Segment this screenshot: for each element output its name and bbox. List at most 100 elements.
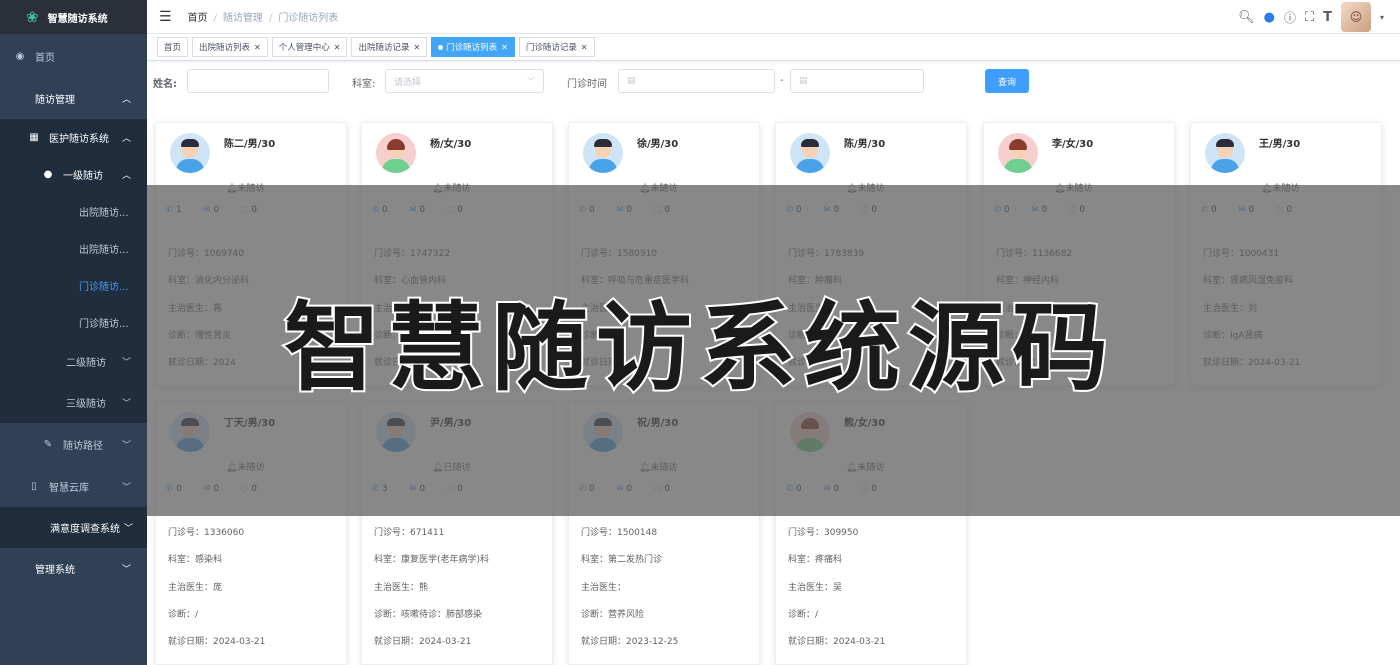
followup-status-label: 未随访 — [237, 463, 265, 473]
sidebar-item-admin[interactable]: 管理系统 ﹀ — [0, 548, 147, 589]
hamburger-icon[interactable]: ☰ — [159, 9, 172, 25]
patient-avatar — [998, 133, 1038, 173]
font-size-icon[interactable]: T — [1323, 10, 1332, 25]
chat-count[interactable]: ◌ 0 — [1069, 205, 1085, 215]
message-count[interactable]: ✉ 0 — [204, 205, 220, 215]
phone-count[interactable]: ✆ 0 — [786, 484, 802, 494]
sidebar-item-medical-followup[interactable]: ▦ 医护随访系统 ︿ — [0, 119, 147, 156]
tag-outpatient-record[interactable]: 门诊随访记录 ✕ — [518, 37, 595, 57]
chat-count[interactable]: ◌ 0 — [447, 205, 463, 215]
phone-count[interactable]: ✆ 0 — [166, 484, 182, 494]
patient-card[interactable]: 熊/女/30 🔔︎未随访 ✆ 0 ✉ 0 ◌ 0 门诊号：309950 科室：疼痛科 主治医生：吴诊… — [775, 401, 967, 665]
message-count[interactable]: ✉ 0 — [1032, 205, 1048, 215]
message-count[interactable]: ✉ 0 — [617, 205, 633, 215]
tag-discharge-record[interactable]: 出院随访记录 ✕ — [351, 37, 428, 57]
dept-select[interactable]: 请选择 ﹀ — [385, 69, 544, 93]
tag-home[interactable]: 首页 — [157, 37, 189, 57]
phone-count[interactable]: ✆ 0 — [1201, 205, 1217, 215]
close-icon[interactable]: ✕ — [413, 43, 420, 52]
phone-icon: ✆ — [166, 205, 174, 215]
phone-count[interactable]: ✆ 3 — [372, 484, 388, 494]
search-icon[interactable]: 🔍︎ — [1238, 10, 1255, 25]
phone-count[interactable]: ✆ 0 — [579, 205, 595, 215]
chat-count[interactable]: ◌ 0 — [654, 484, 670, 494]
phone-icon: ✆ — [786, 205, 794, 215]
chat-icon: ◌ — [447, 205, 455, 215]
outpatient-number: 门诊号：1069740 — [168, 249, 245, 259]
message-count[interactable]: ✉ 0 — [617, 484, 633, 494]
contact-counts: ✆ 1 ✉ 0 ◌ 0 — [166, 205, 257, 215]
bell-icon: 🔔︎ — [639, 463, 651, 473]
start-date-input[interactable]: ▤ — [618, 69, 775, 93]
message-count[interactable]: ✉ 0 — [824, 205, 840, 215]
phone-count[interactable]: ✆ 0 — [372, 205, 388, 215]
close-icon[interactable]: ✕ — [581, 43, 588, 52]
patient-name: 李/女/30 — [1052, 139, 1094, 150]
patient-card[interactable]: 丁天/男/30 🔔︎未随访 ✆ 0 ✉ 0 ◌ 0 门诊号：1336060 科室：感染科 主治医生：… — [155, 401, 347, 665]
tag-outpatient-list[interactable]: 门诊随访列表 ✕ — [431, 37, 515, 57]
chat-count[interactable]: ◌ 0 — [654, 205, 670, 215]
sidebar-item-level1[interactable]: ● 一级随访 ︿ — [0, 156, 147, 193]
patient-name: 王/男/30 — [1259, 139, 1301, 150]
breadcrumb-item-home[interactable]: 首页 — [188, 13, 208, 24]
sidebar-item-label: 出院随访... — [79, 245, 129, 256]
tag-label: 首页 — [164, 43, 182, 53]
sidebar-item-discharge-list[interactable]: 出院随访... — [0, 193, 147, 230]
query-button[interactable]: 查询 — [985, 69, 1029, 93]
chat-count[interactable]: ◌ 0 — [1276, 205, 1292, 215]
department: 科室：康复医学(老年病学)科 — [374, 555, 490, 566]
tag-personal-center[interactable]: 个人管理中心 ✕ — [271, 37, 348, 57]
github-icon[interactable]: ● — [1264, 10, 1275, 25]
end-date-input[interactable]: ▤ — [790, 69, 924, 93]
name-input[interactable] — [187, 69, 329, 93]
message-count[interactable]: ✉ 0 — [824, 484, 840, 494]
patient-name: 徐/男/30 — [637, 139, 679, 150]
dept-placeholder: 请选择 — [394, 77, 422, 88]
chevron-up-icon: ︿ — [121, 171, 131, 181]
fullscreen-icon[interactable]: ⛶ — [1305, 10, 1314, 25]
followup-status: 🔔︎未随访 — [639, 181, 677, 194]
book-icon: ▯ — [31, 480, 37, 492]
sidebar-item-discharge-record[interactable]: 出院随访... — [0, 230, 147, 267]
phone-count[interactable]: ✆ 0 — [994, 205, 1010, 215]
patient-card[interactable]: 尹/男/30 🔔︎已随访 ✆ 3 ✉ 0 ◌ 0 门诊号：671411 科室：康复医学(老年病学)… — [361, 401, 553, 665]
bell-icon: 🔔︎ — [846, 184, 858, 194]
tag-discharge-list[interactable]: 出院随访列表 ✕ — [192, 37, 268, 57]
range-separator: - — [780, 75, 784, 86]
caret-down-icon[interactable]: ▾ — [1380, 13, 1384, 22]
message-icon: ✉ — [1031, 205, 1039, 215]
sidebar-item-home[interactable]: ◉ 首页 — [0, 34, 147, 78]
sidebar-item-followup-management[interactable]: 随访管理 ︿ — [0, 78, 147, 119]
sidebar-item-cloud-library[interactable]: ▯ 智慧云库 ﹀ — [0, 465, 147, 507]
patient-card[interactable]: 祝/男/30 🔔︎未随访 ✆ 0 ✉ 0 ◌ 0 门诊号：1500148 科室：第二发热门诊 主治医… — [568, 401, 760, 665]
close-icon[interactable]: ✕ — [334, 43, 341, 52]
calendar-icon: ▤ — [627, 76, 636, 86]
user-avatar[interactable]: ☺ — [1340, 2, 1371, 32]
message-count[interactable]: ✉ 0 — [1239, 205, 1255, 215]
bell-icon: 🔔︎ — [1054, 184, 1066, 194]
chat-count[interactable]: ◌ 0 — [861, 484, 877, 494]
phone-count[interactable]: ✆ 0 — [786, 205, 802, 215]
chat-count[interactable]: ◌ 0 — [241, 205, 257, 215]
chat-count[interactable]: ◌ 0 — [241, 484, 257, 494]
patient-name: 尹/男/30 — [430, 418, 472, 429]
help-icon[interactable]: ⓘ — [1284, 9, 1296, 26]
close-icon[interactable]: ✕ — [501, 43, 508, 52]
message-count[interactable]: ✉ 0 — [410, 205, 426, 215]
phone-count[interactable]: ✆ 1 — [166, 205, 182, 215]
sidebar-item-satisfaction[interactable]: 满意度调查系统 ﹀ — [0, 507, 147, 548]
close-icon[interactable]: ✕ — [254, 43, 261, 52]
outpatient-number: 门诊号：1336060 — [168, 528, 245, 538]
message-count[interactable]: ✉ 0 — [410, 484, 426, 494]
chat-count[interactable]: ◌ 0 — [447, 484, 463, 494]
patient-name: 陈/男/30 — [844, 139, 886, 150]
followup-status: 🔔︎未随访 — [1054, 181, 1092, 194]
message-count[interactable]: ✉ 0 — [204, 484, 220, 494]
patient-avatar — [376, 133, 416, 173]
app-logo[interactable]: ❀ 智慧随访系统 — [0, 0, 147, 34]
lotus-logo-icon: ❀ — [26, 8, 39, 26]
sidebar-item-followup-path[interactable]: ✎ 随访路径 ﹀ — [0, 423, 147, 465]
phone-count[interactable]: ✆ 0 — [579, 484, 595, 494]
contact-counts: ✆ 0 ✉ 0 ◌ 0 — [579, 205, 670, 215]
chat-count[interactable]: ◌ 0 — [861, 205, 877, 215]
